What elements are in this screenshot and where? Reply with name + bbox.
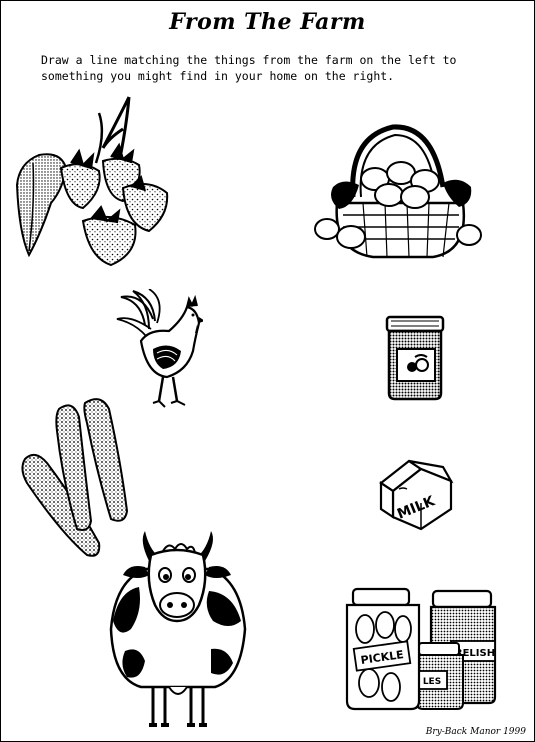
page-title: From The Farm (169, 9, 366, 35)
milk-carton-icon[interactable]: MILK (373, 453, 455, 535)
les-label: LES (423, 677, 441, 687)
cow-icon[interactable] (105, 521, 251, 733)
jam-jar-icon[interactable] (383, 313, 447, 401)
instructions: Draw a line matching the things from the… (41, 52, 511, 84)
worksheet-page: From The Farm Draw a line matching the t… (0, 0, 535, 742)
strawberries-icon[interactable] (11, 93, 171, 268)
credit-text: Bry-Back Manor 1999 (425, 727, 526, 737)
egg-basket-icon[interactable] (313, 117, 483, 261)
instruction-line-1: Draw a line matching the things from the… (41, 53, 457, 67)
instruction-line-2: something you might find in your home on… (41, 69, 395, 83)
pickle-jars-icon[interactable]: RELISH LES PICKLE (341, 585, 503, 711)
